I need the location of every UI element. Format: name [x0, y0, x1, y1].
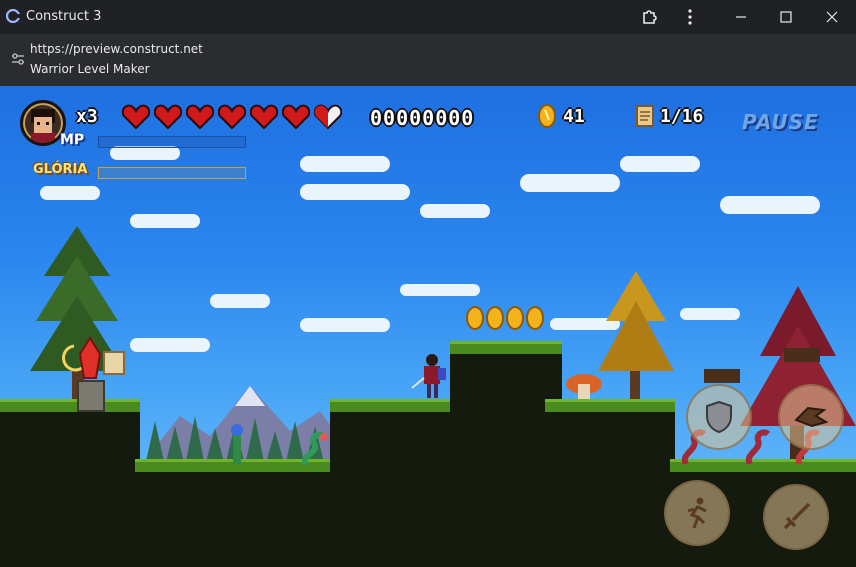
heart-full-icon	[250, 104, 278, 130]
cloud	[130, 338, 210, 352]
running-man-icon	[687, 497, 707, 529]
jump-button[interactable]	[664, 480, 730, 546]
scroll-icon	[636, 105, 654, 127]
minimize-button[interactable]	[718, 0, 764, 34]
mp-label: MP	[60, 132, 85, 148]
cloud	[720, 196, 820, 214]
ground-platform	[135, 466, 335, 567]
red-crystal-checkpoint	[62, 336, 125, 412]
more-vert-icon	[688, 9, 692, 25]
gloria-bar	[98, 167, 246, 179]
cloud	[620, 156, 700, 172]
ground-platform	[330, 406, 450, 567]
page-title: Warrior Level Maker	[30, 62, 150, 76]
warrior-face-icon	[31, 109, 55, 143]
cloud	[40, 186, 100, 200]
cloud	[300, 156, 390, 172]
floating-log	[784, 348, 820, 362]
construct-logo-icon	[6, 9, 20, 23]
heart-half-icon	[314, 104, 342, 130]
heart-full-icon	[218, 104, 246, 130]
autumn-tree-yellow	[598, 271, 674, 406]
coin-counter: 41	[563, 106, 585, 127]
game-canvas[interactable]	[0, 86, 856, 567]
cloud	[300, 318, 390, 332]
ground-platform	[0, 406, 140, 567]
sword-icon	[783, 502, 811, 530]
cloud	[680, 308, 740, 320]
mushroom	[566, 374, 602, 402]
lives-counter: x3	[76, 106, 98, 127]
window-title-bar: Construct 3	[0, 0, 856, 34]
pause-button[interactable]: PAUSE	[742, 110, 819, 134]
grass-edge	[450, 341, 562, 354]
grass-edge	[330, 399, 450, 412]
heart-full-icon	[154, 104, 182, 130]
heart-full-icon	[122, 104, 150, 130]
close-icon	[826, 11, 838, 23]
cloud	[110, 146, 180, 160]
coin	[466, 306, 484, 330]
close-button[interactable]	[809, 0, 855, 34]
puzzle-icon	[643, 10, 657, 24]
warrior-player	[411, 354, 446, 398]
heart-full-icon	[282, 104, 310, 130]
scroll-counter: 1/16	[660, 106, 704, 127]
window-title: Construct 3	[26, 9, 102, 24]
cloud	[300, 184, 410, 200]
cloud	[420, 204, 490, 218]
cloud	[210, 294, 270, 308]
coin-icon	[538, 104, 556, 128]
shield-icon	[706, 401, 732, 433]
attack-button[interactable]	[763, 484, 829, 550]
maximize-icon	[780, 11, 792, 23]
gloria-label: GLÓRIA	[33, 162, 88, 177]
page-url: https://preview.construct.net	[30, 42, 203, 56]
shield-button[interactable]	[686, 384, 752, 450]
coin	[526, 306, 544, 330]
score-counter: 00000000	[370, 106, 475, 130]
ground-platform	[545, 406, 675, 567]
mp-bar	[98, 136, 246, 148]
heart-full-icon	[186, 104, 214, 130]
cloud	[130, 214, 200, 228]
tune-icon[interactable]	[11, 52, 25, 66]
coin	[486, 306, 504, 330]
more-menu-button[interactable]	[667, 0, 713, 34]
minimize-icon	[736, 16, 746, 18]
coin	[506, 306, 524, 330]
grass-edge	[545, 399, 675, 412]
maximize-button[interactable]	[763, 0, 809, 34]
cloud	[400, 284, 480, 296]
cloud	[520, 174, 620, 192]
blue-worm-enemy	[231, 424, 243, 464]
dragon-head-icon	[794, 406, 828, 428]
dash-button[interactable]	[778, 384, 844, 450]
floating-log	[704, 369, 740, 383]
green-snake-enemy	[301, 431, 328, 465]
